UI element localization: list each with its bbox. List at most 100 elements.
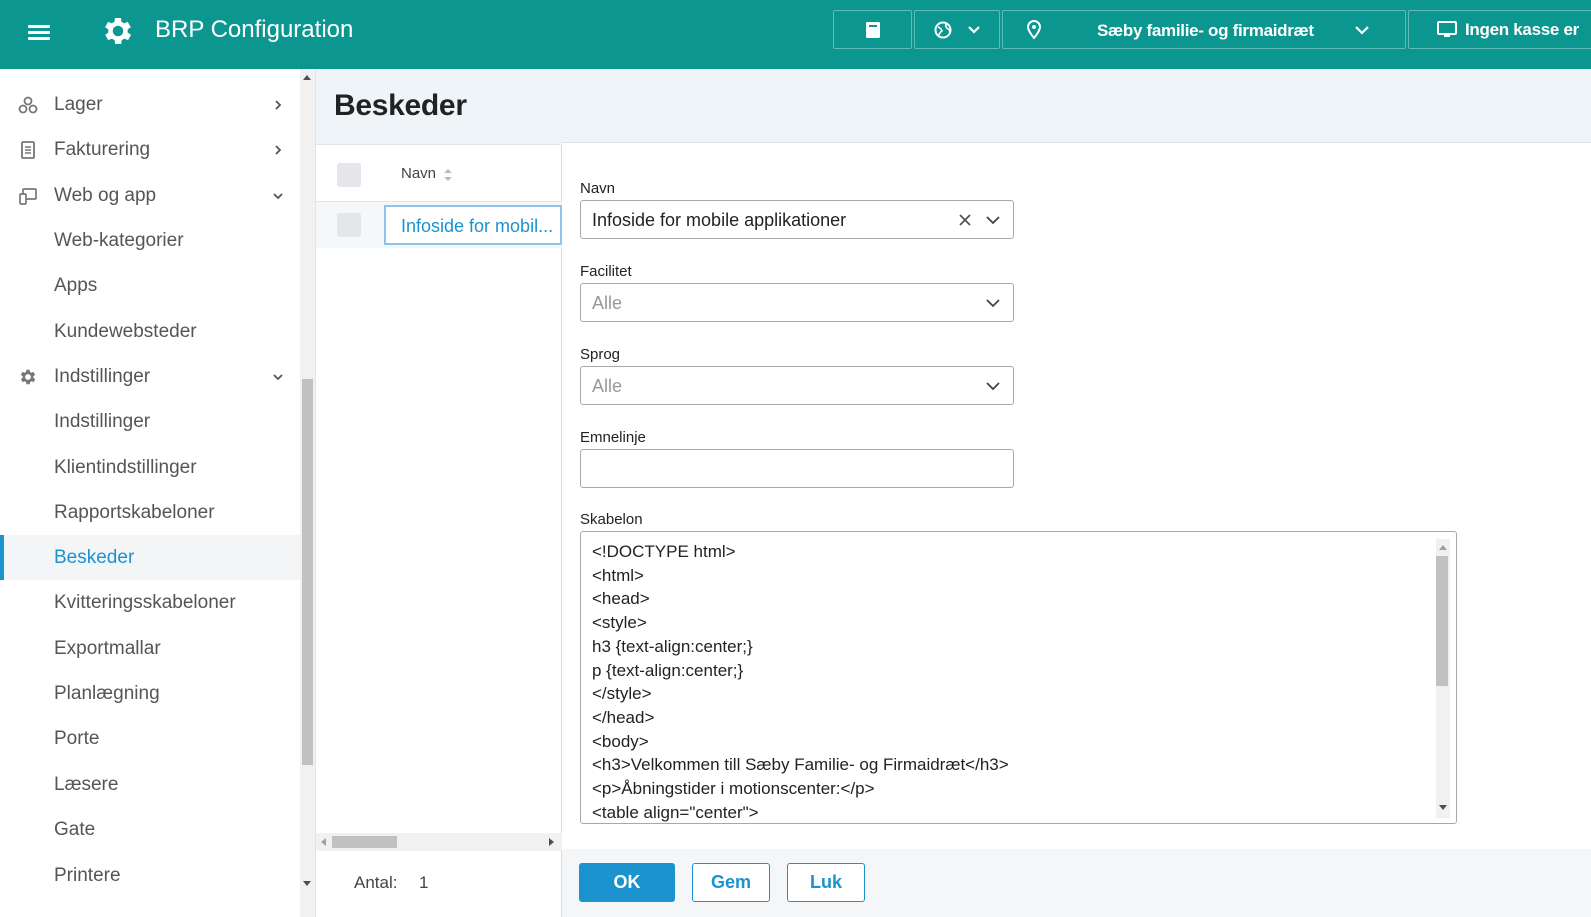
template-line: </head> [592,707,655,727]
chevron-down-icon [968,25,980,34]
language-button[interactable] [914,10,1000,49]
sidebar-item-kvitteringsskabeloner[interactable]: Kvitteringsskabeloner [0,580,300,625]
page-header: Beskeder [316,69,562,144]
sidebar-item-apps[interactable]: Apps [0,263,300,308]
sidebar-item-exportmallar[interactable]: Exportmallar [0,626,300,671]
name-select[interactable]: Infoside for mobile applikationer [580,200,1014,239]
subject-input[interactable] [580,449,1014,488]
template-content[interactable]: <!DOCTYPE html> <html> <head> <style> h3 {te… [592,540,1009,823]
sidebar-item-indstillinger-group[interactable]: Indstillinger [0,354,300,399]
sidebar-item-beskeder[interactable]: Beskeder [0,535,300,580]
sidebar-item-label: Kvitteringsskabeloner [54,591,236,613]
language-placeholder: Alle [592,376,623,396]
sidebar-item-web-kategorier[interactable]: Web-kategorier [0,218,300,263]
detail-header [562,69,1591,143]
top-bar: BRP Configuration Sæby familie- og firma… [0,0,1591,69]
close-button[interactable]: Luk [787,863,865,902]
save-button[interactable]: Gem [692,863,770,902]
sidebar-item-printere[interactable]: Printere [0,853,300,898]
sort-icon[interactable] [442,167,454,183]
globe-icon [934,21,952,38]
column-header-name[interactable]: Navn [401,165,436,182]
facility-placeholder: Alle [592,293,623,313]
name-value: Infoside for mobile applikationer [592,210,847,230]
sidebar-item-fakturering[interactable]: Fakturering [0,127,300,172]
sidebar-item-label: Kundewebsteder [54,320,197,342]
message-detail-panel: Navn Infoside for mobile applikationer F… [562,69,1591,917]
web-app-icon [19,187,37,205]
language-select[interactable]: Alle [580,366,1014,405]
chevron-down-icon [273,373,283,380]
sidebar-item-label: Klientindstillinger [54,456,197,478]
template-line: <table align="center"> [592,802,759,822]
sidebar-item-label: Web og app [54,184,157,206]
book-button[interactable] [833,10,912,49]
list-horizontal-scrollbar[interactable] [316,833,562,851]
chevron-down-icon [1355,26,1369,35]
sidebar-item-porte[interactable]: Porte [0,716,300,761]
row-name-cell[interactable]: Infoside for mobil... [384,205,562,245]
chevron-right-icon [275,99,282,110]
facility-selector[interactable]: Sæby familie- og firmaidræt [1002,10,1406,49]
sidebar-item-label: Apps [54,274,98,296]
chevron-right-icon [275,144,282,155]
sidebar-item-kundewebsteder[interactable]: Kundewebsteder [0,309,300,354]
name-label: Navn [580,180,616,197]
sidebar-item-label: Printere [54,864,121,886]
template-editor[interactable]: <!DOCTYPE html> <html> <head> <style> h3 {te… [580,531,1457,824]
list-scroll-thumb[interactable] [332,836,397,848]
facility-label: Sæby familie- og firmaidræt [1097,21,1314,40]
sidebar-item-label: Gate [54,818,96,840]
subject-label: Emnelinje [580,429,646,446]
chevron-down-icon [986,299,1000,308]
register-label: Ingen kasse er [1465,19,1579,39]
list-header: Navn [316,144,562,202]
row-name: Infoside for mobil... [401,216,554,236]
sidebar-item-label: Læsere [54,773,119,795]
sidebar-scroll-thumb[interactable] [302,379,313,765]
gear-icon [20,369,36,384]
template-line: <html> [592,565,644,585]
ok-button[interactable]: OK [579,863,675,902]
sidebar-item-planlaegning[interactable]: Planlægning [0,671,300,716]
row-checkbox[interactable] [337,213,361,237]
template-scroll-thumb[interactable] [1436,556,1448,686]
bikes-icon [18,96,38,113]
sidebar-item-label: Indstillinger [54,365,151,387]
language-label: Sprog [580,346,621,363]
gear-icon [105,17,132,45]
template-line: <body> [592,731,649,751]
facility-label: Facilitet [580,263,632,280]
monitor-icon [1437,20,1457,37]
location-pin-icon [1027,20,1041,40]
template-line: </style> [592,684,652,704]
sidebar-item-laesere[interactable]: Læsere [0,762,300,807]
select-all-checkbox[interactable] [337,163,361,187]
sidebar-item-label: Exportmallar [54,637,161,659]
invoice-icon [21,140,35,159]
sidebar-item-indstillinger[interactable]: Indstillinger [0,399,300,444]
sidebar-item-lager[interactable]: Lager [0,82,300,127]
sidebar-item-rapportskabeloner[interactable]: Rapportskabeloner [0,490,300,535]
table-row[interactable]: Infoside for mobil... [316,202,562,248]
sidebar-item-label: Beskeder [54,546,135,568]
sidebar-item-label: Fakturering [54,138,151,160]
book-icon [865,21,880,38]
sidebar-item-label: Lager [54,93,103,115]
message-list-panel: Beskeder Navn Infoside for mobil... Anta… [316,69,562,917]
sidebar-item-label: Rapportskabeloner [54,501,215,523]
chevron-down-icon [986,216,1000,225]
clear-icon[interactable] [957,212,973,228]
sidebar-item-label: Web-kategorier [54,229,184,251]
count-label: Antal: [354,873,398,892]
sidebar-item-label: Indstillinger [54,410,151,432]
template-line: <style> [592,613,647,633]
template-line: <head> [592,589,650,609]
sidebar-item-klientindstillinger[interactable]: Klientindstillinger [0,445,300,490]
template-line: <!DOCTYPE html> [592,542,736,561]
sidebar-item-gate[interactable]: Gate [0,807,300,852]
register-selector[interactable]: Ingen kasse er [1408,10,1591,49]
menu-icon[interactable] [28,22,50,44]
sidebar-item-web-og-app[interactable]: Web og app [0,173,300,218]
facility-select[interactable]: Alle [580,283,1014,322]
